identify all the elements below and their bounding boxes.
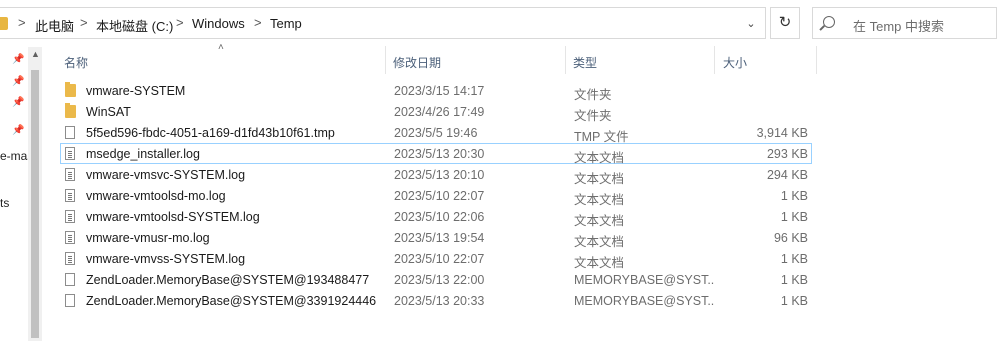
column-divider[interactable]: [385, 46, 386, 74]
file-type: MEMORYBASE@SYST...: [574, 273, 714, 287]
file-icon: [65, 126, 75, 139]
file-name: msedge_installer.log: [86, 147, 200, 161]
file-name: vmware-vmusr-mo.log: [86, 231, 210, 245]
text-document-icon: [65, 252, 75, 265]
file-name: 5f5ed596-fbdc-4051-a169-d1fd43b10f61.tmp: [86, 126, 335, 140]
file-name: vmware-vmtoolsd-mo.log: [86, 189, 226, 203]
address-bar[interactable]: > 此电脑 > 本地磁盘 (C:) > Windows > Temp ⌄: [0, 7, 766, 39]
file-size: 1 KB: [780, 294, 808, 308]
file-size: 293 KB: [766, 147, 808, 161]
column-header-date[interactable]: 修改日期: [393, 54, 441, 71]
file-row[interactable]: 5f5ed596-fbdc-4051-a169-d1fd43b10f61.tmp…: [60, 122, 812, 144]
column-headers: 名称 修改日期 类型 大小: [44, 46, 1005, 76]
refresh-button[interactable]: ↻: [770, 7, 800, 39]
file-name: vmware-vmsvc-SYSTEM.log: [86, 168, 246, 182]
file-row[interactable]: ZendLoader.MemoryBase@SYSTEM@3391924446 2…: [60, 290, 812, 311]
pin-icon[interactable]: 📌: [12, 54, 24, 66]
file-row[interactable]: vmware-vmtoolsd-mo.log 2023/5/10 22:07 文本文…: [60, 185, 812, 207]
search-icon: [823, 16, 835, 28]
search-placeholder: 在 Temp 中搜索: [853, 19, 945, 34]
folder-icon: [65, 103, 76, 118]
file-size: 96 KB: [773, 231, 808, 245]
file-icon: [65, 294, 75, 307]
column-header-type[interactable]: 类型: [573, 54, 597, 71]
breadcrumb-local-disk[interactable]: 本地磁盘 (C:): [96, 16, 173, 35]
file-date: 2023/5/13 20:30: [394, 147, 485, 161]
file-row[interactable]: vmware-vmsvc-SYSTEM.log 2023/5/13 20:10 文本…: [60, 164, 812, 186]
column-header-name[interactable]: 名称: [64, 54, 88, 71]
breadcrumb-separator[interactable]: >: [18, 15, 26, 30]
text-document-icon: [65, 210, 75, 223]
file-icon: [65, 273, 75, 286]
chevron-down-icon[interactable]: ⌄: [742, 16, 760, 32]
breadcrumb-separator[interactable]: >: [254, 15, 262, 30]
file-date: 2023/5/10 22:06: [394, 210, 485, 224]
file-size: 294 KB: [766, 168, 808, 182]
file-date: 2023/5/13 22:00: [394, 273, 485, 287]
text-document-icon: [65, 189, 75, 202]
column-header-size[interactable]: 大小: [723, 54, 747, 71]
file-row[interactable]: ZendLoader.MemoryBase@SYSTEM@193488477 20…: [60, 269, 812, 290]
address-bar-row: > 此电脑 > 本地磁盘 (C:) > Windows > Temp ⌄ ↻ 在…: [0, 0, 1005, 46]
folder-icon: [0, 17, 8, 30]
column-divider[interactable]: [714, 46, 715, 74]
text-document-icon: [65, 168, 75, 181]
file-date: 2023/4/26 17:49: [394, 105, 485, 119]
file-date: 2023/5/13 20:33: [394, 294, 485, 308]
file-row[interactable]: WinSAT 2023/4/26 17:49 文件夹: [60, 101, 812, 123]
file-row[interactable]: vmware-vmusr-mo.log 2023/5/13 19:54 文本文档 96…: [60, 227, 812, 249]
scroll-up-arrow-icon[interactable]: ▲: [31, 49, 40, 59]
file-date: 2023/5/13 19:54: [394, 231, 485, 245]
file-date: 2023/5/5 19:46: [394, 126, 478, 140]
breadcrumb-separator[interactable]: >: [176, 15, 184, 30]
file-date: 2023/5/13 20:10: [394, 168, 485, 182]
pin-icon[interactable]: 📌: [12, 97, 24, 109]
pin-icon[interactable]: 📌: [12, 125, 24, 137]
folder-icon: [65, 82, 76, 97]
file-name: vmware-vmtoolsd-SYSTEM.log: [86, 210, 260, 224]
nav-item-label[interactable]: ts: [0, 196, 9, 210]
breadcrumb-this-pc[interactable]: 此电脑: [35, 16, 74, 35]
breadcrumb-temp[interactable]: Temp: [270, 16, 302, 31]
file-row[interactable]: vmware-vmvss-SYSTEM.log 2023/5/10 22:07 文本…: [60, 248, 812, 270]
pin-icon[interactable]: 📌: [12, 76, 24, 88]
file-size: 1 KB: [780, 273, 808, 287]
file-row[interactable]: vmware-SYSTEM 2023/3/15 14:17 文件夹: [60, 80, 812, 102]
file-name: WinSAT: [86, 105, 131, 119]
file-name: ZendLoader.MemoryBase@SYSTEM@3391924446: [86, 294, 377, 308]
file-size: 3,914 KB: [756, 126, 808, 140]
file-size: 1 KB: [780, 210, 808, 224]
breadcrumb-separator[interactable]: >: [80, 15, 88, 30]
text-document-icon: [65, 231, 75, 244]
file-name: ZendLoader.MemoryBase@SYSTEM@193488477: [86, 273, 370, 287]
scrollbar-thumb[interactable]: [31, 70, 39, 338]
breadcrumb-windows[interactable]: Windows: [192, 16, 245, 31]
file-date: 2023/5/10 22:07: [394, 189, 485, 203]
text-document-icon: [65, 147, 75, 160]
file-name: vmware-SYSTEM: [86, 84, 186, 98]
refresh-icon: ↻: [778, 14, 792, 31]
file-row[interactable]: vmware-vmtoolsd-SYSTEM.log 2023/5/10 22:0…: [60, 206, 812, 228]
file-row[interactable]: msedge_installer.log 2023/5/13 20:30 文本文档 2…: [60, 143, 812, 165]
file-date: 2023/5/10 22:07: [394, 252, 485, 266]
column-divider[interactable]: [816, 46, 817, 74]
file-date: 2023/3/15 14:17: [394, 84, 485, 98]
file-size: 1 KB: [780, 189, 808, 203]
search-input[interactable]: 在 Temp 中搜索: [812, 7, 997, 39]
file-size: 1 KB: [780, 252, 808, 266]
file-name: vmware-vmvss-SYSTEM.log: [86, 252, 246, 266]
column-divider[interactable]: [565, 46, 566, 74]
file-type: MEMORYBASE@SYST...: [574, 294, 714, 308]
